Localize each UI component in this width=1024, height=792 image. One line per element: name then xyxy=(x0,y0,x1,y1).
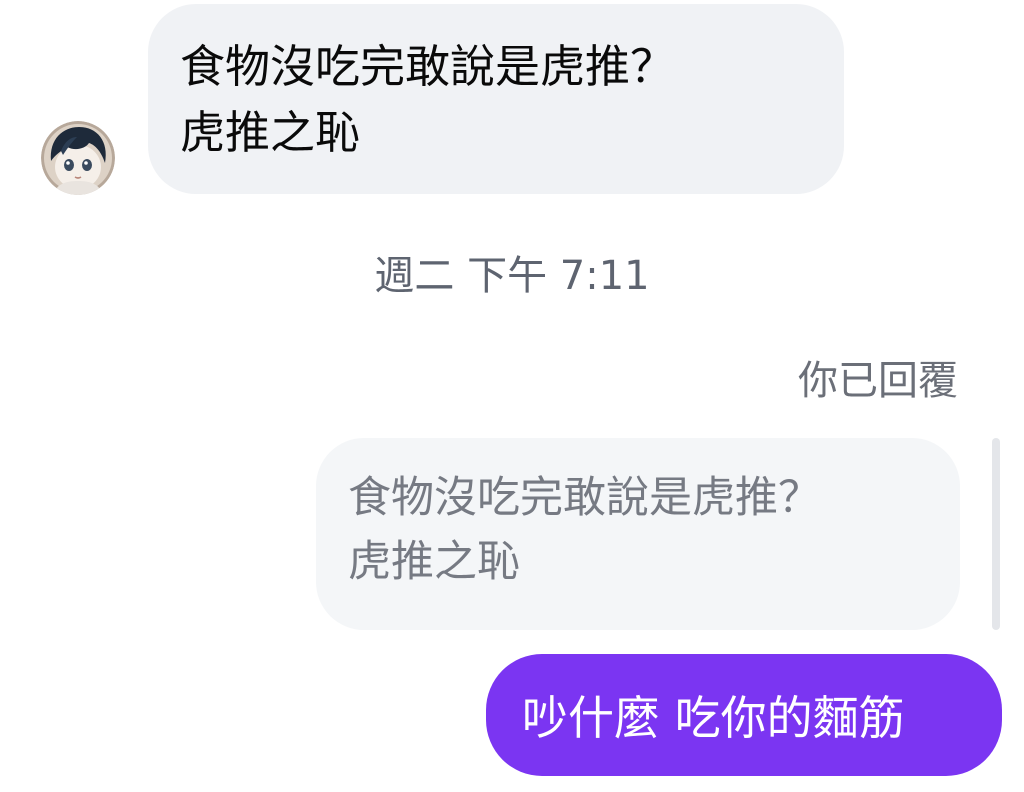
incoming-message-bubble[interactable]: 食物沒吃完敢說是虎推？ 虎推之恥 xyxy=(148,4,844,194)
message-timestamp: 週二 下午 7:11 xyxy=(374,253,650,299)
avatar-icon xyxy=(41,121,115,195)
reply-indicator-label: 你已回覆 xyxy=(798,358,958,404)
quoted-message-bubble[interactable]: 食物沒吃完敢說是虎推？ 虎推之恥 xyxy=(316,438,960,630)
incoming-message-line-1: 食物沒吃完敢說是虎推？ xyxy=(180,40,676,93)
quote-indicator-bar xyxy=(992,438,1000,630)
quoted-message-line-2: 虎推之恥 xyxy=(348,537,520,587)
outgoing-message-bubble[interactable]: 吵什麼 吃你的麵筋 xyxy=(486,654,1002,776)
outgoing-message-text: 吵什麼 吃你的麵筋 xyxy=(522,691,905,745)
incoming-message-line-2: 虎推之恥 xyxy=(180,106,361,159)
sender-avatar[interactable] xyxy=(41,121,115,195)
chat-thread: 食物沒吃完敢說是虎推？ 虎推之恥 週二 下午 7:11 你已回覆 食物沒吃完敢說… xyxy=(0,0,1024,792)
quoted-message-line-1: 食物沒吃完敢說是虎推？ xyxy=(348,473,821,523)
